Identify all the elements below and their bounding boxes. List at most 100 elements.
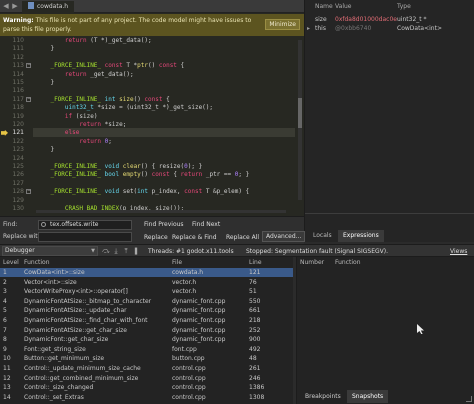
variable-row[interactable]: size 0xfda8d01000dac0e uint32_t *	[305, 15, 474, 24]
line-number[interactable]: 130	[0, 204, 24, 213]
stack-row[interactable]: 6 DynamicFontAtSize::_find_char_with_font…	[0, 316, 293, 325]
stack-level: 3	[3, 288, 7, 296]
stack-level: 5	[3, 307, 7, 315]
code-token: const	[104, 62, 123, 70]
code-token: void	[104, 163, 120, 170]
tab-locals[interactable]: Locals	[308, 230, 337, 242]
editor-vertical-scrollbar[interactable]	[298, 40, 302, 200]
expand-arrow-icon[interactable]: ▸	[307, 24, 310, 33]
col-header-name[interactable]: Name	[315, 3, 333, 12]
fold-marker-icon[interactable]: −	[26, 63, 31, 69]
resize-grip-icon[interactable]	[466, 396, 472, 402]
nav-back-icon[interactable]: ◀	[2, 2, 10, 11]
stack-row[interactable]: 5 DynamicFontAtSize::_update_char dynamic_…	[0, 306, 293, 315]
col-header-value[interactable]: Value	[335, 3, 351, 12]
tab-breakpoints[interactable]: Breakpoints	[300, 390, 346, 403]
find-input[interactable]: tex.offsets.write	[38, 220, 132, 230]
replace-button[interactable]: Replace	[144, 233, 168, 243]
call-stack-table: Level Function File Line 1 CowData<int>::…	[0, 257, 293, 404]
col-header-bp-function[interactable]: Function	[335, 258, 361, 267]
code-token: T &p_elem) {	[202, 188, 250, 196]
code-token: (T *)_get_data();	[86, 37, 152, 44]
col-header-function[interactable]: Function	[24, 258, 50, 267]
col-header-level[interactable]: Level	[3, 258, 19, 267]
stack-level: 8	[3, 336, 7, 344]
col-header-number[interactable]: Number	[300, 258, 324, 267]
find-previous-button[interactable]: Find Previous	[144, 220, 184, 230]
code-line[interactable]: _FORCE_INLINE_ bool empty() const { retu…	[36, 170, 249, 179]
stack-row[interactable]: 13 Control::_size_changed control.cpp 1386	[0, 383, 293, 392]
stack-row[interactable]: 2 Vector<int>::size vector.h 76	[0, 278, 293, 287]
stack-row[interactable]: 9 Font::get_string_size font.cpp 492	[0, 345, 293, 354]
stack-file: button.cpp	[172, 355, 205, 363]
stack-line: 1308	[249, 393, 265, 401]
find-next-button[interactable]: Find Next	[192, 220, 220, 230]
code-line[interactable]: }	[36, 145, 54, 154]
stack-row[interactable]: 11 Control::_update_minimum_size_cache con…	[0, 364, 293, 373]
debugger-status: Stopped: Segmentation fault (Signal SIGS…	[246, 248, 388, 255]
stack-row[interactable]: 8 DynamicFont::get_char_size dynamic_font.…	[0, 335, 293, 344]
code-line[interactable]: }	[36, 78, 54, 87]
stack-file: font.cpp	[172, 345, 197, 353]
tab-expressions[interactable]: Expressions	[338, 230, 384, 242]
stack-file: dynamic_font.cpp	[172, 307, 226, 315]
code-token: uint32_t	[64, 104, 94, 112]
warning-banner: Warning: This file is not part of any pr…	[0, 14, 304, 36]
stack-row[interactable]: 12 Control::get_combined_minimum_size cont…	[0, 374, 293, 383]
line-number-gutter: 110 111 112 113 114 115 116 117 118 119 120 121 122 1…	[0, 36, 33, 212]
stack-level: 2	[3, 278, 7, 286]
code-token: _FORCE_INLINE_	[50, 188, 102, 196]
replace-find-button[interactable]: Replace & Find	[172, 233, 217, 243]
col-header-file[interactable]: File	[172, 258, 182, 267]
stack-row[interactable]: 3 VectorWriteProxy<int>::operator[] vector…	[0, 287, 293, 296]
tab-cowdata[interactable]: cowdata.h	[22, 1, 75, 13]
code-token: ()	[148, 62, 159, 70]
stack-function: DynamicFont::get_char_size	[24, 336, 109, 344]
fold-marker-icon[interactable]: −	[26, 96, 31, 102]
replace-input[interactable]	[38, 232, 132, 242]
step-out-icon[interactable]: ⤒	[122, 247, 130, 255]
scrollbar-thumb[interactable]	[298, 98, 302, 128]
nav-forward-icon[interactable]: ▶	[11, 2, 19, 11]
code-token: *size = (uint32_t *)_get_size();	[93, 104, 214, 112]
code-token: return	[79, 121, 102, 128]
variable-row[interactable]: ▸ this @0xbb6740 CowData<int>	[305, 24, 474, 33]
code-editor[interactable]: ◀ ▶ cowdata.h Warning: This file is not …	[0, 0, 304, 216]
code-token: return	[180, 171, 203, 179]
replace-all-button[interactable]: Replace All	[226, 233, 259, 243]
step-into-icon[interactable]: ⤓	[112, 247, 120, 255]
col-header-type[interactable]: Type	[397, 3, 411, 12]
code-token: _get_data();	[86, 70, 134, 78]
tab-snapshots[interactable]: Snapshots	[347, 390, 389, 403]
code-token: const	[144, 95, 163, 103]
debugger-toolbar: Debugger ▼ ⤼ ⤓ ⤒ ❚ Threads: #1 godot.x11.…	[0, 244, 474, 257]
code-token: ;	[108, 137, 112, 145]
stack-file: vector.h	[172, 288, 197, 296]
debugger-engine-select[interactable]: Debugger ▼	[2, 246, 98, 256]
threads-select[interactable]: Threads: #1 godot.x11.tools	[148, 246, 234, 257]
stack-row[interactable]: 1 CowData<int>::size cowdata.h 121	[0, 268, 293, 277]
views-button[interactable]: Views	[450, 246, 467, 257]
stack-line: 76	[249, 278, 257, 286]
code-line[interactable]: }	[36, 44, 54, 53]
stack-row[interactable]: 14 Control::_set_Extras control.cpp 1308	[0, 393, 293, 402]
code-token: T *	[122, 62, 138, 70]
advanced-button[interactable]: Advanced...	[262, 231, 306, 242]
minimize-button[interactable]: Minimize	[265, 19, 300, 30]
code-line[interactable]: _FORCE_INLINE_ void set(int p_index, con…	[36, 187, 249, 196]
step-over-icon[interactable]: ⤼	[102, 247, 110, 255]
fold-marker-icon[interactable]: −	[26, 189, 31, 195]
stack-row[interactable]: 7 DynamicFontAtSize::get_char_size dynamic…	[0, 326, 293, 335]
stack-file: vector.h	[172, 278, 197, 286]
stack-row[interactable]: 10 Button::get_minimum_size button.cpp 48	[0, 354, 293, 363]
interrupt-icon[interactable]: ❚	[132, 247, 140, 255]
stack-file: dynamic_font.cpp	[172, 326, 226, 334]
editor-horizontal-scrollbar[interactable]	[36, 210, 286, 213]
col-header-line[interactable]: Line	[249, 258, 262, 267]
code-token: ptr	[137, 62, 149, 70]
stack-row[interactable]: 4 DynamicFontAtSize::_bitmap_to_character…	[0, 297, 293, 306]
